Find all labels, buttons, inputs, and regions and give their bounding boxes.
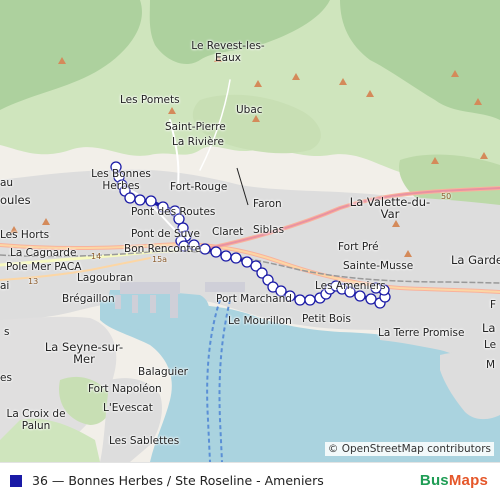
bus-stop-marker[interactable]: [220, 250, 232, 262]
place-l-evescat: L'Evescat: [103, 402, 153, 414]
place-lagoubran: Lagoubran: [77, 272, 134, 284]
place-le-edge: Le: [484, 339, 497, 351]
place-bon-rencontre: Bon Rencontre: [124, 243, 202, 255]
map-view[interactable]: Le Revest-les- Eaux Les Pomets Ubac Sain…: [0, 0, 500, 462]
place-ai-edge: ai: [0, 280, 10, 292]
place-les-pomets: Les Pomets: [120, 94, 180, 106]
place-les-sablettes: Les Sablettes: [109, 435, 180, 447]
brand-part-maps: Maps: [448, 472, 488, 489]
place-m-edge: M: [486, 359, 496, 371]
place-siblas: Siblas: [253, 224, 285, 236]
place-sainte-musse: Sainte-Musse: [343, 260, 414, 272]
place-pole-mer: Pole Mer PACA: [6, 261, 82, 273]
road-label-50: 50: [441, 192, 452, 201]
bus-stop-marker[interactable]: [230, 252, 242, 264]
place-ubac: Ubac: [236, 104, 263, 116]
place-bregaillon: Brégaillon: [62, 293, 115, 305]
place-la-riviere: La Rivière: [172, 136, 224, 148]
map-base-layer: [0, 0, 500, 462]
bus-stop-marker[interactable]: [304, 294, 316, 306]
place-la-cagnarde: La Cagnarde: [10, 247, 77, 259]
bus-stop-marker[interactable]: [354, 290, 366, 302]
bus-stop-marker[interactable]: [199, 243, 211, 255]
place-pont-des-routes: Pont des Routes: [131, 206, 216, 218]
place-au-edge: au: [0, 177, 14, 189]
place-s-edge: s: [4, 326, 10, 338]
place-la-seyne: La Seyne-sur- Mer: [44, 340, 124, 366]
place-fort-napoleon: Fort Napoléon: [88, 383, 162, 395]
place-balaguier: Balaguier: [138, 366, 189, 378]
bus-stop-marker[interactable]: [210, 246, 222, 258]
place-saint-pierre: Saint-Pierre: [165, 121, 226, 133]
place-les-ameniers: Les Ameniers: [315, 280, 386, 292]
place-oules-edge: oules: [0, 193, 31, 207]
route-legend: 36 — Bonnes Herbes / Ste Roseline - Amen…: [0, 462, 500, 500]
place-les-bonnes-herbes: Les Bonnes Herbes: [91, 168, 151, 192]
place-fort-rouge: Fort-Rouge: [170, 181, 228, 193]
route-label: 36 — Bonnes Herbes / Ste Roseline - Amen…: [32, 473, 324, 488]
route-color-swatch: [10, 475, 22, 487]
place-la-croix-palun: La Croix de Palun: [6, 408, 66, 432]
bus-stop-marker[interactable]: [134, 194, 146, 206]
brand-part-bus: Bus: [419, 472, 449, 489]
map-attribution[interactable]: © OpenStreetMap contributors: [324, 442, 494, 456]
bus-stop-marker[interactable]: [294, 294, 306, 306]
road-label-15a: 15a: [152, 255, 168, 264]
place-pont-de-suve: Pont de Suve: [131, 228, 200, 240]
place-la-terre-promise: La Terre Promise: [378, 327, 465, 339]
place-le-revest: Le Revest-les- Eaux: [191, 40, 265, 64]
busmaps-logo[interactable]: BusMaps: [420, 472, 488, 489]
bus-stop-marker[interactable]: [145, 195, 157, 207]
place-f-edge: F: [490, 299, 497, 311]
place-port-marchand: Port Marchand: [216, 293, 292, 305]
place-la-valette: La Valette-du- Var: [349, 195, 431, 221]
place-petit-bois: Petit Bois: [302, 313, 351, 325]
place-la-edge: La: [482, 321, 496, 335]
road-label-13: 13: [28, 277, 39, 286]
place-es-edge: es: [0, 372, 12, 384]
bus-stop-marker[interactable]: [124, 192, 136, 204]
place-la-garde: La Garde: [451, 253, 500, 267]
place-fort-pre: Fort Pré: [338, 241, 379, 253]
place-le-mourillon: Le Mourillon: [228, 315, 292, 327]
road-label-14: 14: [91, 252, 102, 261]
place-claret: Claret: [212, 226, 244, 238]
place-faron: Faron: [253, 198, 282, 210]
place-les-horts: Les Horts: [0, 229, 50, 241]
